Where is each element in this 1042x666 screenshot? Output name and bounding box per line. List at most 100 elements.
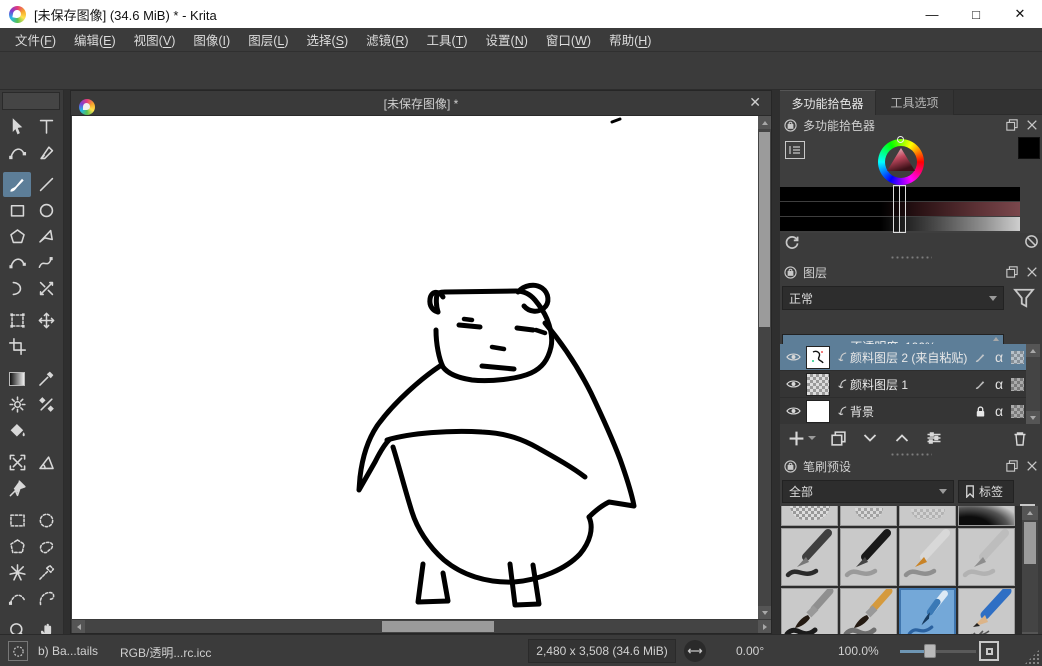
maximize-button[interactable]: □ <box>954 0 998 28</box>
close-button[interactable]: ✕ <box>998 0 1042 28</box>
colorize-mask-tool[interactable] <box>32 392 60 417</box>
brush-preset-pencil-black[interactable] <box>840 528 897 586</box>
similar-select-tool[interactable] <box>32 560 60 585</box>
layer-brush-icon[interactable] <box>970 351 990 364</box>
calligraphy-tool[interactable] <box>32 140 60 165</box>
pattern-edit-tool[interactable] <box>3 392 31 417</box>
layer-row[interactable]: 背景α <box>780 398 1026 424</box>
measure-tool[interactable] <box>32 450 60 475</box>
reference-images-tool[interactable] <box>3 476 31 501</box>
ellipse-select-tool[interactable] <box>32 508 60 533</box>
move-layer-down-button[interactable] <box>861 430 879 446</box>
freehand-select-tool[interactable] <box>32 534 60 559</box>
menubar-item[interactable]: 窗口(W) <box>537 27 600 52</box>
layer-blending-mode-dropdown[interactable]: 正常 <box>782 286 1004 310</box>
scroll-right-arrow[interactable] <box>758 620 771 633</box>
layer-visibility-icon[interactable] <box>780 351 806 363</box>
layer-thumbnail[interactable] <box>806 373 830 396</box>
freehand-path-tool[interactable] <box>32 250 60 275</box>
minimize-button[interactable]: — <box>910 0 954 28</box>
panel-lock-icon[interactable] <box>784 119 797 132</box>
layer-row[interactable]: 颜料图层 1α <box>780 371 1026 398</box>
add-layer-button[interactable] <box>788 430 816 447</box>
menubar-item[interactable]: 文件(F) <box>6 27 65 52</box>
bezier-select-tool[interactable] <box>3 586 31 611</box>
menubar-item[interactable]: 设置(N) <box>477 27 537 52</box>
color-sampler-tool[interactable] <box>32 366 60 391</box>
tab-advanced-color-selector[interactable]: 多功能拾色器 <box>780 90 876 115</box>
enclose-fill-tool[interactable] <box>3 450 31 475</box>
panel-lock-icon[interactable] <box>784 460 797 473</box>
hue-marker[interactable] <box>897 136 904 143</box>
bezier-curve-tool[interactable] <box>3 250 31 275</box>
polyline-tool[interactable] <box>32 224 60 249</box>
ellipse-tool[interactable] <box>32 198 60 223</box>
close-panel-icon[interactable] <box>1026 460 1038 472</box>
zoom-slider[interactable] <box>900 650 976 653</box>
transform-select-tool[interactable] <box>3 114 31 139</box>
layer-alpha-icon[interactable]: α <box>990 403 1008 419</box>
magnetic-select-tool[interactable] <box>32 586 60 611</box>
text-tool[interactable] <box>32 114 60 139</box>
crop-tool[interactable] <box>3 334 31 359</box>
menubar-item[interactable]: 工具(T) <box>418 27 477 52</box>
brush-preset-airbrush-pressure[interactable] <box>958 506 1015 526</box>
layer-thumbnail[interactable] <box>806 346 830 369</box>
zoom-fit-button[interactable] <box>979 641 999 661</box>
tag-button[interactable]: 标签 <box>958 480 1014 503</box>
layer-alpha-inherit-icon[interactable] <box>1008 405 1026 418</box>
panel-lock-icon[interactable] <box>784 266 797 279</box>
layer-lock-icon[interactable] <box>970 405 990 418</box>
edit-shapes-tool[interactable] <box>3 140 31 165</box>
rectangle-tool[interactable] <box>3 198 31 223</box>
layer-alpha-icon[interactable]: α <box>990 349 1008 365</box>
menubar-item[interactable]: 选择(S) <box>297 27 357 52</box>
canvas-close-button[interactable]: ✕ <box>749 94 761 111</box>
layer-alpha-icon[interactable]: α <box>990 376 1008 392</box>
tab-tool-options[interactable]: 工具选项 <box>876 90 954 115</box>
selection-display-button[interactable] <box>8 641 28 661</box>
menubar-item[interactable]: 视图(V) <box>125 27 185 52</box>
layer-row[interactable]: 颜料图层 2 (来自粘贴)α <box>780 344 1026 371</box>
rect-select-tool[interactable] <box>3 508 31 533</box>
shade-strips-marker[interactable] <box>893 185 906 233</box>
canvas-horizontal-scrollbar[interactable] <box>72 620 771 633</box>
move-layer-up-button[interactable] <box>893 430 911 446</box>
brush-preset-pen-silver[interactable] <box>958 528 1015 586</box>
polygon-tool[interactable] <box>3 224 31 249</box>
delete-layer-button[interactable] <box>1012 430 1028 447</box>
layer-visibility-icon[interactable] <box>780 405 806 417</box>
rotation-angle-value[interactable]: 0.00° <box>736 644 764 658</box>
menubar-item[interactable]: 图层(L) <box>239 27 297 52</box>
layer-properties-button[interactable] <box>925 430 943 446</box>
toolbox-drag-header[interactable] <box>2 92 60 110</box>
preset-filter-dropdown[interactable]: 全部 <box>782 480 954 503</box>
layer-visibility-icon[interactable] <box>780 378 806 390</box>
gradient-tool[interactable] <box>3 366 31 391</box>
canvas-rotation-button[interactable] <box>684 640 706 662</box>
canvas-subwindow-titlebar[interactable]: [未保存图像] * ✕ <box>71 91 771 116</box>
horizontal-scroll-handle[interactable] <box>382 621 494 632</box>
canvas-vertical-scrollbar[interactable] <box>758 116 771 619</box>
brush-preset-pen-orange[interactable] <box>899 528 956 586</box>
contiguous-select-tool[interactable] <box>3 560 31 585</box>
transform-tool[interactable] <box>3 308 31 333</box>
zoom-slider-handle[interactable] <box>924 644 936 658</box>
menubar-item[interactable]: 图像(I) <box>184 27 239 52</box>
layer-filter-icon[interactable] <box>1012 286 1036 310</box>
float-panel-icon[interactable] <box>1006 460 1018 472</box>
close-panel-icon[interactable] <box>1026 266 1038 278</box>
duplicate-layer-button[interactable] <box>830 430 847 447</box>
menubar-item[interactable]: 滤镜(R) <box>357 27 417 52</box>
freehand-brush-tool[interactable] <box>3 172 31 197</box>
refresh-colors-button[interactable] <box>784 234 800 250</box>
canvas[interactable] <box>72 116 758 619</box>
scroll-down-arrow[interactable] <box>758 606 771 619</box>
brush-preset-eraser-soft[interactable] <box>840 506 897 526</box>
panel-splitter-handle[interactable] <box>890 255 932 260</box>
preset-grid-scrollbar[interactable] <box>1022 506 1038 646</box>
color-profile-label[interactable]: RGB/透明...rc.icc <box>120 644 211 661</box>
color-selector-settings-button[interactable] <box>785 141 805 159</box>
zoom-level-value[interactable]: 100.0% <box>838 644 879 658</box>
brush-preset-pencil-dark[interactable] <box>781 528 838 586</box>
